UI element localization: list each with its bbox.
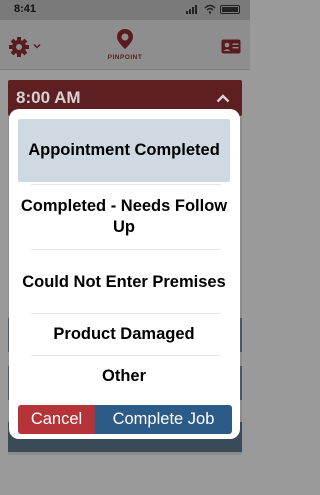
app-header: PINPOINT xyxy=(0,20,250,70)
signal-icon xyxy=(186,4,200,14)
status-time: 8:41 xyxy=(14,3,37,15)
complete-job-button[interactable]: Complete Job xyxy=(95,405,232,434)
option-completed-needs-follow-up[interactable]: Completed - Needs Follow Up xyxy=(18,187,230,247)
option-appointment-completed[interactable]: Appointment Completed xyxy=(18,119,230,182)
completion-status-modal: Appointment Completed Completed - Needs … xyxy=(9,109,240,439)
appointment-time: 8:00 AM xyxy=(16,88,81,107)
divider xyxy=(31,313,221,314)
status-icons xyxy=(186,4,240,14)
option-could-not-enter-premises[interactable]: Could Not Enter Premises xyxy=(18,252,230,312)
chevron-down-icon[interactable] xyxy=(33,42,41,50)
battery-icon xyxy=(220,4,240,14)
chevron-up-icon xyxy=(216,94,230,103)
pinpoint-logo-icon xyxy=(117,29,133,49)
divider xyxy=(31,355,221,356)
contact-card-icon[interactable] xyxy=(221,39,241,54)
logo-text: PINPOINT xyxy=(107,54,143,61)
wifi-icon xyxy=(204,4,216,14)
option-product-damaged[interactable]: Product Damaged xyxy=(18,315,230,353)
option-other[interactable]: Other xyxy=(18,357,230,395)
status-bar: 8:41 xyxy=(0,0,250,20)
divider xyxy=(31,184,221,185)
divider xyxy=(31,249,221,250)
cancel-button[interactable]: Cancel xyxy=(18,405,95,434)
